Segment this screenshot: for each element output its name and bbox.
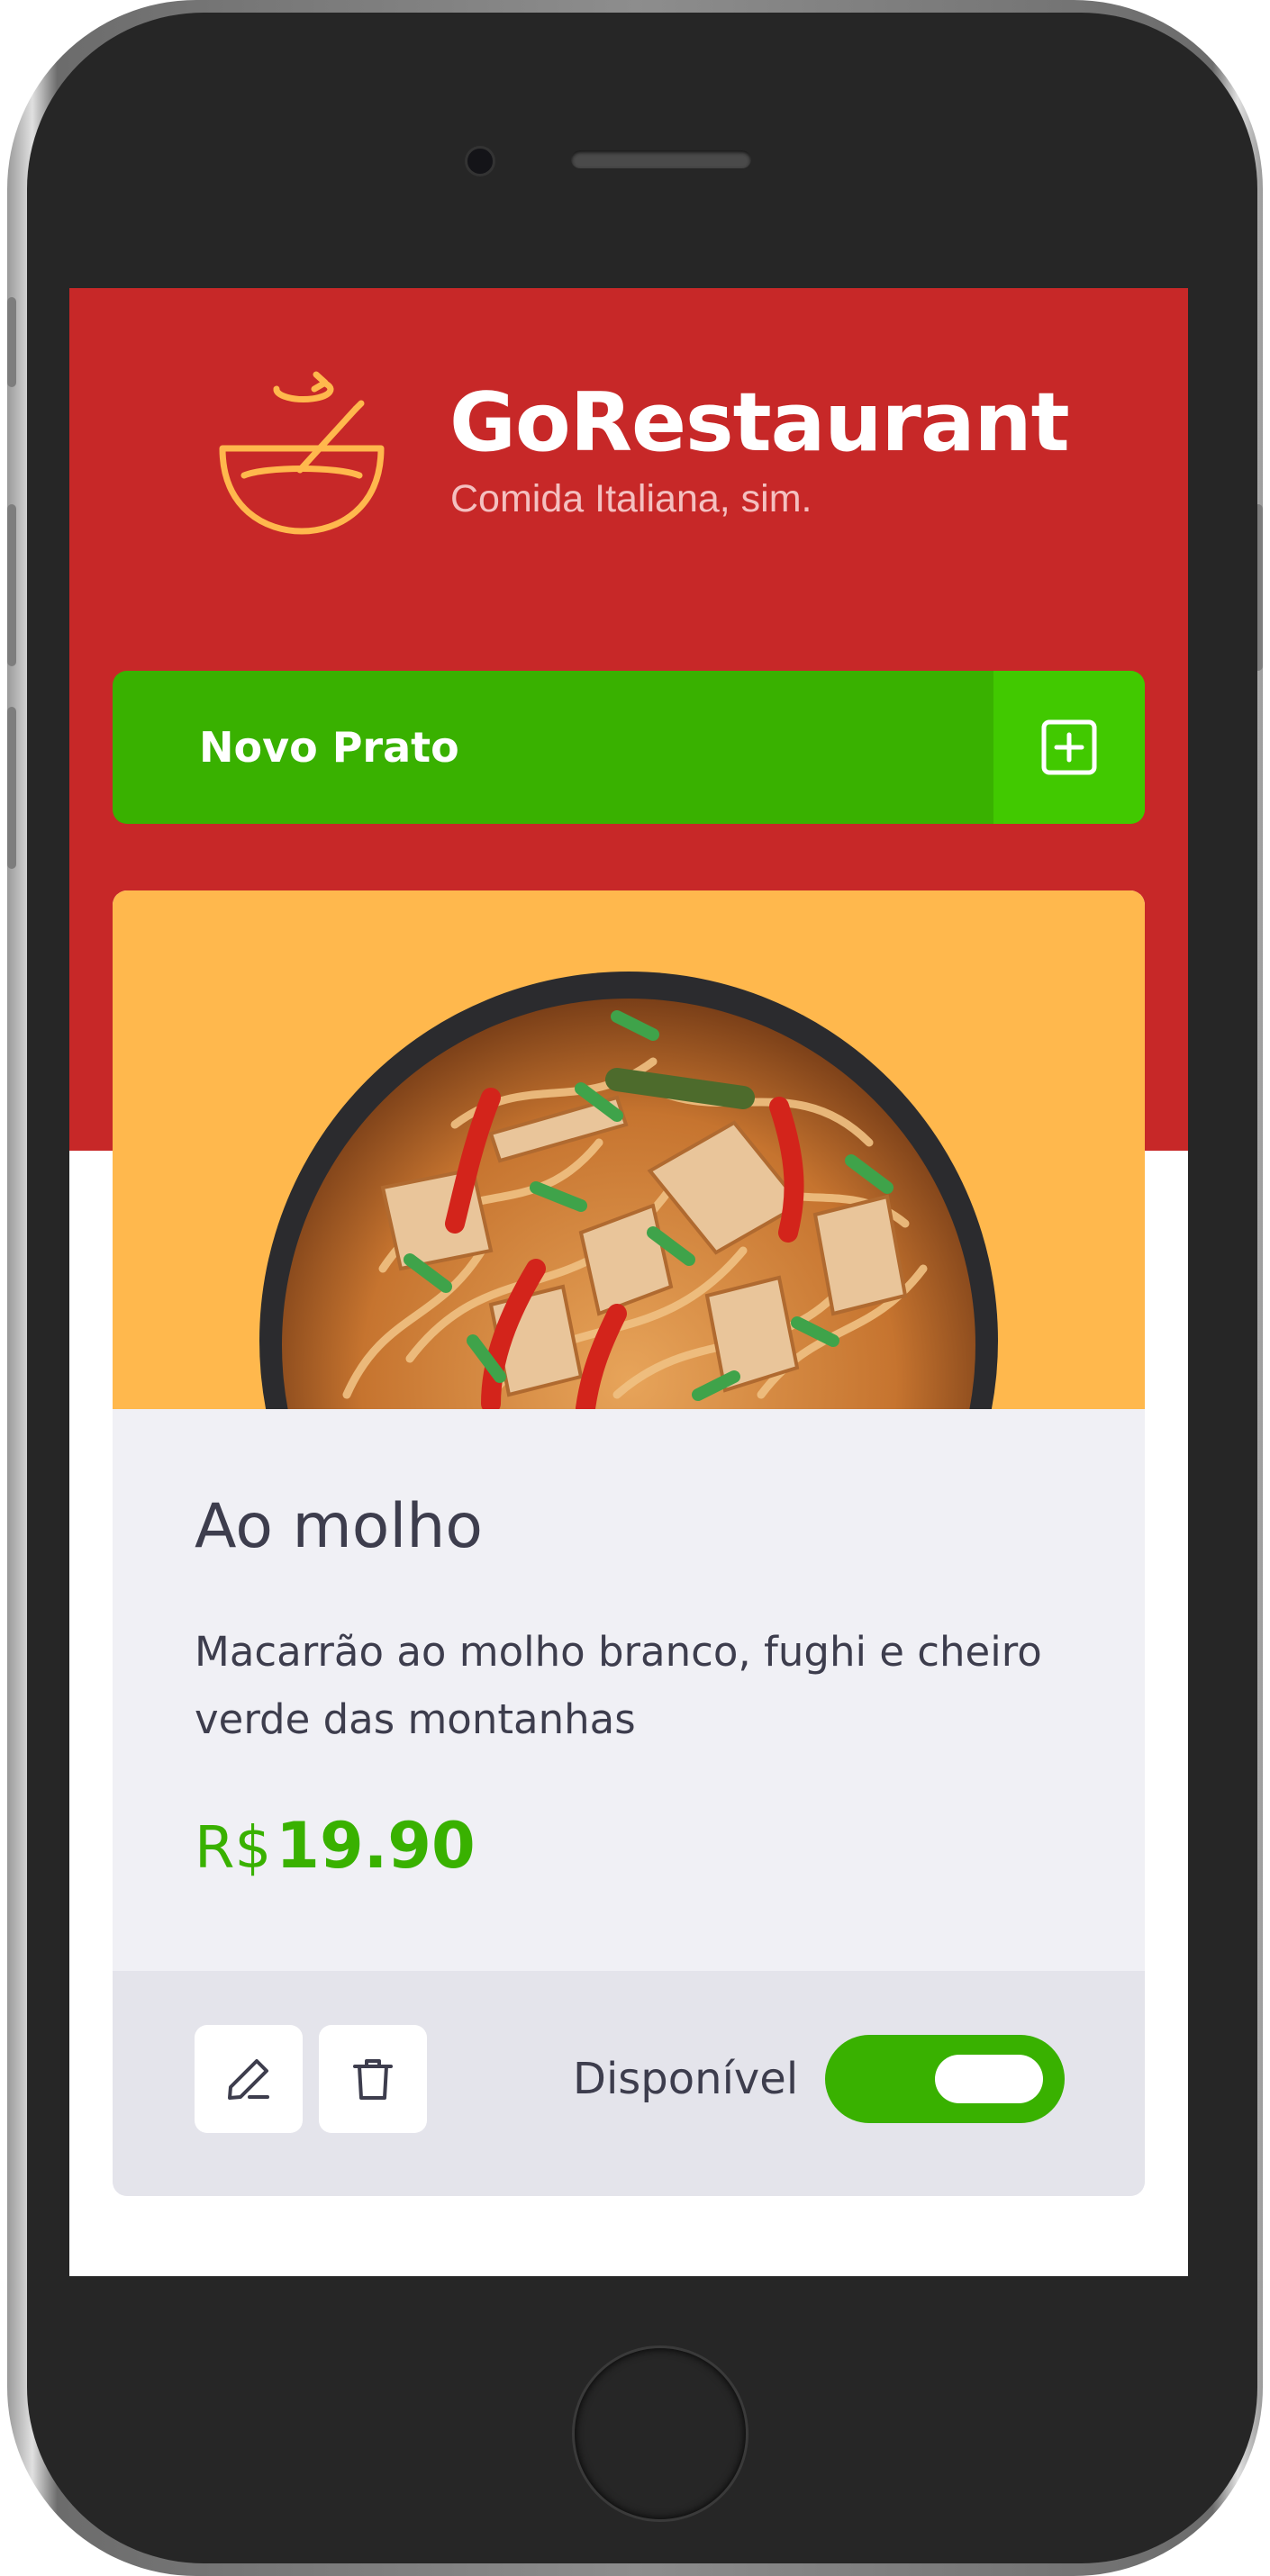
toggle-knob[interactable] <box>935 2055 1043 2103</box>
pencil-icon <box>228 2059 269 2100</box>
edit-button[interactable] <box>195 2025 303 2133</box>
price-currency: R$ <box>195 1815 272 1882</box>
food-name: Ao molho <box>195 1491 483 1562</box>
volume-down-button <box>7 707 16 869</box>
food-price: R$ 19.90 <box>195 1809 476 1883</box>
plus-square-icon <box>1041 719 1097 775</box>
volume-up-button <box>7 504 16 666</box>
food-card: Ao molho Macarrão ao molho branco, fughi… <box>113 890 1145 2196</box>
app-tagline: Comida Italiana, sim. <box>450 477 812 520</box>
price-amount: 19.90 <box>276 1809 476 1883</box>
mute-switch <box>7 297 16 387</box>
bowl-logo-icon <box>219 371 385 535</box>
earpiece-speaker <box>571 150 751 168</box>
home-button <box>575 2348 746 2519</box>
availability-toggle[interactable] <box>825 2035 1065 2123</box>
app-name: GoRestaurant <box>449 375 1070 470</box>
food-description: Macarrão ao molho branco, fughi e cheiro… <box>195 1628 1042 1743</box>
app-header: GoRestaurant Comida Italiana, sim. <box>212 369 1094 535</box>
availability-label: Disponível <box>573 2054 799 2104</box>
trash-icon <box>353 2059 393 2100</box>
app-screen: GoRestaurant Comida Italiana, sim. Novo … <box>69 288 1188 2276</box>
new-dish-icon-area <box>993 671 1145 824</box>
card-footer: Disponível <box>113 1971 1145 2196</box>
pasta-dish-image <box>259 972 998 1409</box>
food-details: Ao molho Macarrão ao molho branco, fughi… <box>113 1409 1145 1971</box>
delete-button[interactable] <box>319 2025 427 2133</box>
new-dish-label: Novo Prato <box>199 723 459 772</box>
front-camera <box>465 146 495 176</box>
food-image <box>113 890 1145 1409</box>
new-dish-button[interactable]: Novo Prato <box>113 671 1145 824</box>
